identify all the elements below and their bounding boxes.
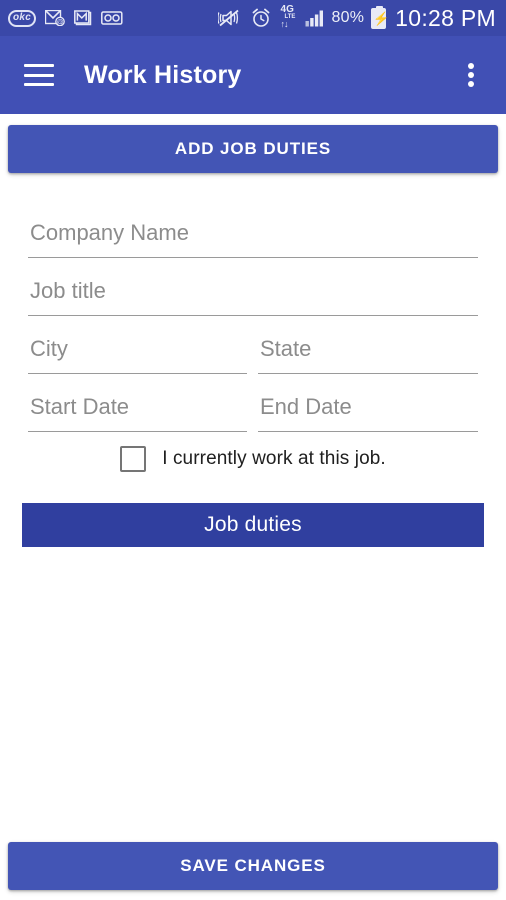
hamburger-bar [24,64,54,67]
alarm-clock-icon [251,8,271,28]
job-title-input[interactable] [28,272,478,316]
app-bar: Work History [0,36,506,114]
hamburger-bar [24,83,54,86]
currently-work-checkbox-row[interactable]: I currently work at this job. [0,446,506,472]
work-history-form: ADD JOB DUTIES I currently work at this … [0,114,506,900]
page-title: Work History [84,60,242,89]
status-bar: okc @ 4G LTE ↑↓ 80% ⚡ 10:28 PM [0,0,506,36]
vibrate-mute-icon [217,9,244,27]
job-duties-button[interactable]: Job duties [22,503,484,547]
overflow-dot [468,81,474,87]
currently-work-checkbox-label: I currently work at this job. [162,448,386,469]
signal-bars-icon [305,9,325,27]
battery-charging-icon: ⚡ [371,5,389,29]
network-4g-lte-icon: 4G LTE ↑↓ [280,4,296,29]
overflow-menu-icon[interactable] [458,60,484,90]
overflow-dot [468,63,474,69]
overflow-dot [468,72,474,78]
add-job-duties-button[interactable]: ADD JOB DUTIES [8,125,498,173]
voicemail-icon [101,11,123,25]
save-changes-button[interactable]: SAVE CHANGES [8,842,498,890]
status-bar-notification-icons: okc @ [8,9,123,27]
state-input[interactable] [258,330,478,374]
gmail-icon [74,10,92,26]
svg-text:@: @ [57,19,64,26]
hamburger-bar [24,73,54,77]
battery-percent-label: 80% [331,9,365,26]
clock-label: 10:28 PM [395,4,496,31]
start-date-input[interactable] [28,388,247,432]
status-bar-system-icons: 4G LTE ↑↓ 80% ⚡ 10:28 PM [217,4,496,31]
city-input[interactable] [28,330,247,374]
end-date-input[interactable] [258,388,478,432]
currently-work-checkbox[interactable] [120,446,147,472]
hamburger-menu-icon[interactable] [24,64,54,86]
okcupid-icon: okc [8,9,37,27]
email-at-icon: @ [45,10,65,26]
company-name-input[interactable] [28,214,478,258]
